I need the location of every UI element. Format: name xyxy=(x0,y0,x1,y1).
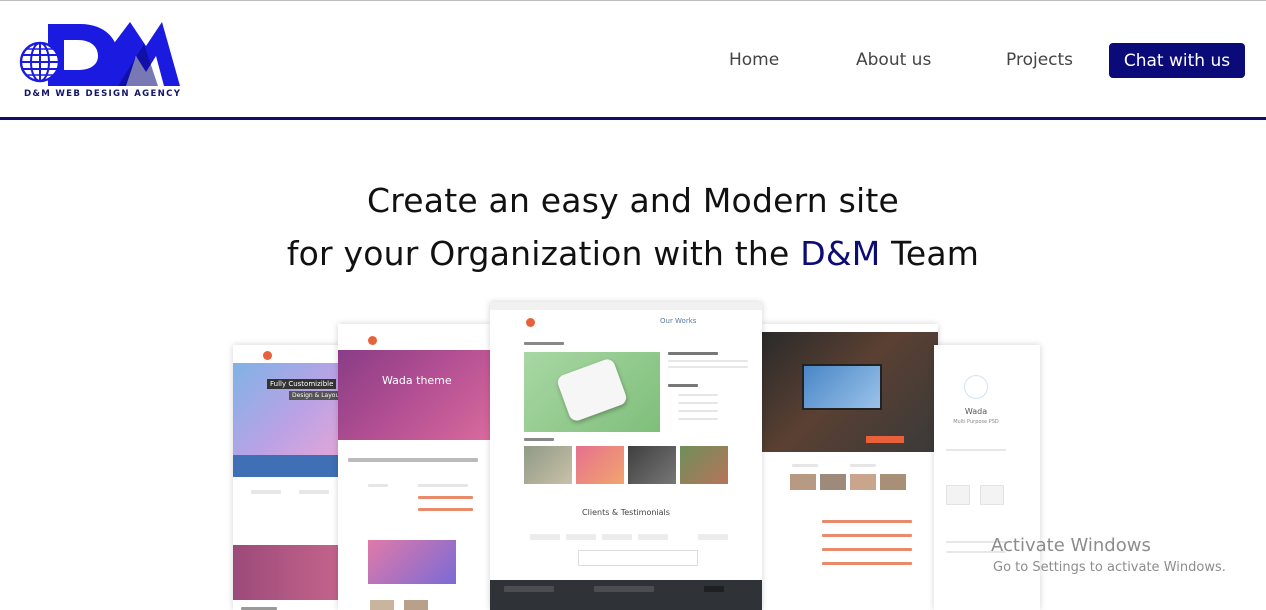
mockup-logo-icon xyxy=(368,336,377,345)
mockup-w-logo-icon xyxy=(964,375,988,399)
mockup-page-3: Our Works Clients & Testimonials xyxy=(490,302,762,610)
template-showcase-image: Fully Customizible Design & Layout Wada … xyxy=(230,300,1042,610)
mockup-right-brand: Wada xyxy=(964,407,988,416)
activate-windows-title: Activate Windows xyxy=(991,535,1151,556)
header-divider xyxy=(0,117,1266,120)
logo-tagline: D&M WEB DESIGN AGENCY xyxy=(24,89,182,99)
hero-line-2: for your Organization with the D&M Team xyxy=(0,227,1266,280)
monitor-mockup-icon xyxy=(802,364,882,410)
mockup-clients-heading: Clients & Testimonials xyxy=(582,508,670,517)
mockup-our-works: Our Works xyxy=(660,317,697,325)
mockup-logo-icon xyxy=(263,351,272,360)
mockup-page-4 xyxy=(762,324,938,610)
hero-line-2-end: Team xyxy=(880,234,980,273)
nav-projects-link[interactable]: Projects xyxy=(1006,50,1073,70)
mockup-page-2: Wada theme xyxy=(338,324,490,610)
mockup-theme-name: Wada theme xyxy=(382,374,452,387)
mockup-right-sub: Multi Purpose PSD xyxy=(953,419,999,425)
hero-brand-accent: D&M xyxy=(800,234,881,273)
mockup-page-1: Fully Customizible Design & Layout xyxy=(233,345,345,610)
activate-windows-subtitle: Go to Settings to activate Windows. xyxy=(993,560,1226,575)
mockup-logo-icon xyxy=(526,318,535,327)
nav-about-link[interactable]: About us xyxy=(856,50,931,70)
hero-line-1: Create an easy and Modern site xyxy=(367,181,899,220)
hero-line-2-start: for your Organization with the xyxy=(286,234,801,273)
main-nav: Home About us Projects Chat with us xyxy=(0,43,1266,79)
site-header: D&M WEB DESIGN AGENCY Home About us Proj… xyxy=(0,1,1266,118)
mockup-subline: Design & Layout xyxy=(289,391,345,400)
chat-with-us-button[interactable]: Chat with us xyxy=(1109,43,1245,78)
nav-home-link[interactable]: Home xyxy=(729,50,779,70)
mockup-headline: Fully Customizible xyxy=(267,379,337,389)
hero-heading: Create an easy and Modern site for your … xyxy=(0,174,1266,280)
